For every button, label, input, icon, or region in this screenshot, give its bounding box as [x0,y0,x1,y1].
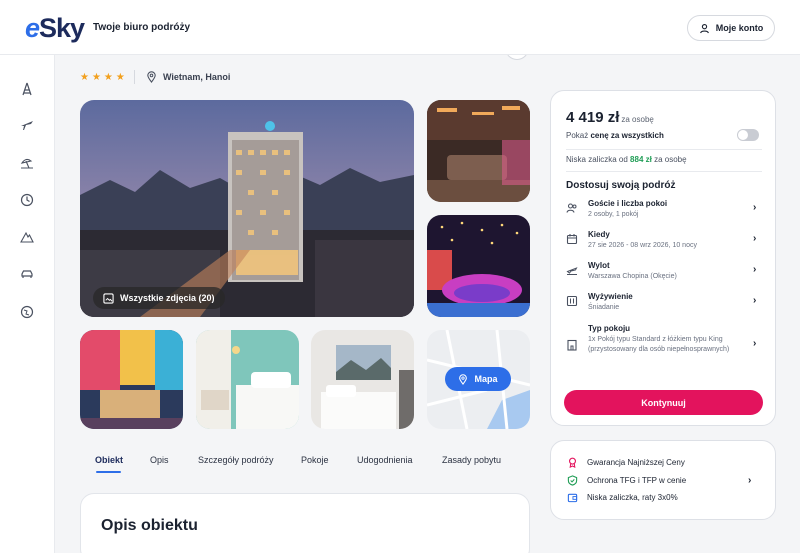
guarantee-lowest-price: Gwarancja Najniższej Ceny [567,457,685,468]
option-value: Warszawa Chopina (Okęcie) [588,273,677,280]
medal-icon [569,457,576,468]
main-photo[interactable] [80,100,414,317]
meal-icon [566,294,578,307]
calendar-icon [566,232,578,245]
option-value: 27 sie 2026 - 08 wrz 2026, 10 nocy [588,242,697,249]
departure-icon [566,263,578,275]
description-card: Opis obiektu [80,493,530,553]
location: Wietnam, Hanoi [146,71,230,83]
guarantee-protection[interactable]: Ochrona TFG i TFP w cenie [567,475,686,486]
star-rating: ★★★★ [80,72,128,83]
tab-opis[interactable]: Opis [150,455,169,465]
chevron-right-icon: › [753,338,757,349]
guarantee-low-deposit: Niska zaliczka, raty 3x0% [567,492,678,503]
chevron-right-icon: › [753,202,757,213]
guests-icon [566,201,578,213]
customize-title: Dostosuj swoją podróż [566,180,676,191]
divider [566,171,762,172]
option-guests[interactable]: Goście i liczba pokoi 2 osoby, 1 pokój › [566,199,762,225]
tagline: Twoje biuro podróży [93,22,191,33]
deposit-info: Niska zaliczka od 884 zł za osobę [566,155,687,164]
price-suffix: za osobę [621,115,654,124]
tab-zasady-pobytu[interactable]: Zasady pobytu [442,455,501,465]
continue-button[interactable]: Kontynuuj [564,390,763,415]
chevron-right-icon: › [753,264,757,275]
total-price-toggle[interactable] [737,129,759,141]
games-room-photo[interactable] [80,330,183,429]
all-photos-button[interactable]: Wszystkie zdjęcia (20) [93,287,225,309]
divider [566,149,762,150]
map-button[interactable]: Mapa [445,367,511,391]
globe-icon[interactable] [19,304,35,320]
description-title: Opis obiektu [101,517,198,534]
option-departure[interactable]: Wylot Warszawa Chopina (Okęcie) › [566,261,762,287]
mountain-icon[interactable] [19,229,35,245]
hotel-icon[interactable] [19,81,35,97]
location-label: Wietnam, Hanoi [163,72,231,82]
option-meals[interactable]: Wyżywienie Śniadanie › [566,292,762,318]
chevron-right-icon[interactable]: › [748,475,751,486]
booking-card: 4 419 zł za osobę Pokaż cenę za wszystkic… [550,90,776,426]
price-value: 4 419 zł [566,109,620,126]
guarantees-card: Gwarancja Najniższej Ceny Ochrona TFG i … [550,440,776,520]
room-photo-2[interactable] [311,330,414,429]
user-icon [699,23,709,33]
option-title: Kiedy [588,230,610,239]
guarantee-label: Niska zaliczka, raty 3x0% [587,493,678,502]
all-photos-label: Wszystkie zdjęcia (20) [120,293,215,303]
section-tabs: Obiekt Opis Szczegóły podróży Pokoje Udo… [80,455,530,477]
option-title: Typ pokoju [588,324,631,333]
room-icon [566,338,578,351]
car-icon[interactable] [19,266,35,282]
map-label: Mapa [474,374,498,384]
guarantee-label: Gwarancja Najniższej Ceny [587,458,685,467]
chevron-right-icon: › [753,233,757,244]
price: 4 419 zł za osobę [566,109,654,126]
guarantee-label: Ochrona TFG i TFP w cenie [587,476,687,485]
tab-szczegoly-podrozy[interactable]: Szczegóły podróży [198,455,274,465]
option-value: 2 osoby, 1 pokój [588,211,639,218]
active-tab-indicator [96,471,121,473]
shield-icon [567,475,578,486]
gallery-icon [103,292,114,304]
divider [134,70,135,84]
flight-icon[interactable] [19,117,35,133]
wallet-icon [567,493,578,503]
room-photo-1[interactable] [196,330,299,429]
tab-obiekt[interactable]: Obiekt [95,455,123,465]
account-button[interactable]: Moje konto [687,15,775,41]
show-total-price-label: Pokaż cenę za wszystkich [566,131,664,140]
chevron-right-icon: › [753,295,757,306]
option-title: Goście i liczba pokoi [588,199,668,208]
option-dates[interactable]: Kiedy 27 sie 2026 - 08 wrz 2026, 10 nocy… [566,230,762,256]
map-pin-icon [459,373,468,385]
option-title: Wylot [588,261,610,270]
lobby-photo[interactable] [427,100,530,202]
option-value: 1x Pokój typu Standard z łóżkiem typu Ki… [588,336,730,353]
left-sidebar [0,55,55,553]
beach-icon[interactable] [19,155,35,171]
account-label: Moje konto [715,23,764,33]
bar-photo[interactable] [427,215,530,317]
option-room-type[interactable]: Typ pokoju 1x Pokój typu Standard z łóżk… [566,324,762,370]
tab-pokoje[interactable]: Pokoje [301,455,329,465]
option-value: Śniadanie [588,304,620,311]
top-header: eSky Twoje biuro podróży Moje konto [0,0,800,55]
esky-logo[interactable]: eSky [25,12,85,42]
clock-icon[interactable] [19,192,35,208]
option-title: Wyżywienie [588,292,633,301]
tab-udogodnienia[interactable]: Udogodnienia [357,455,413,465]
location-pin-icon [147,71,156,83]
